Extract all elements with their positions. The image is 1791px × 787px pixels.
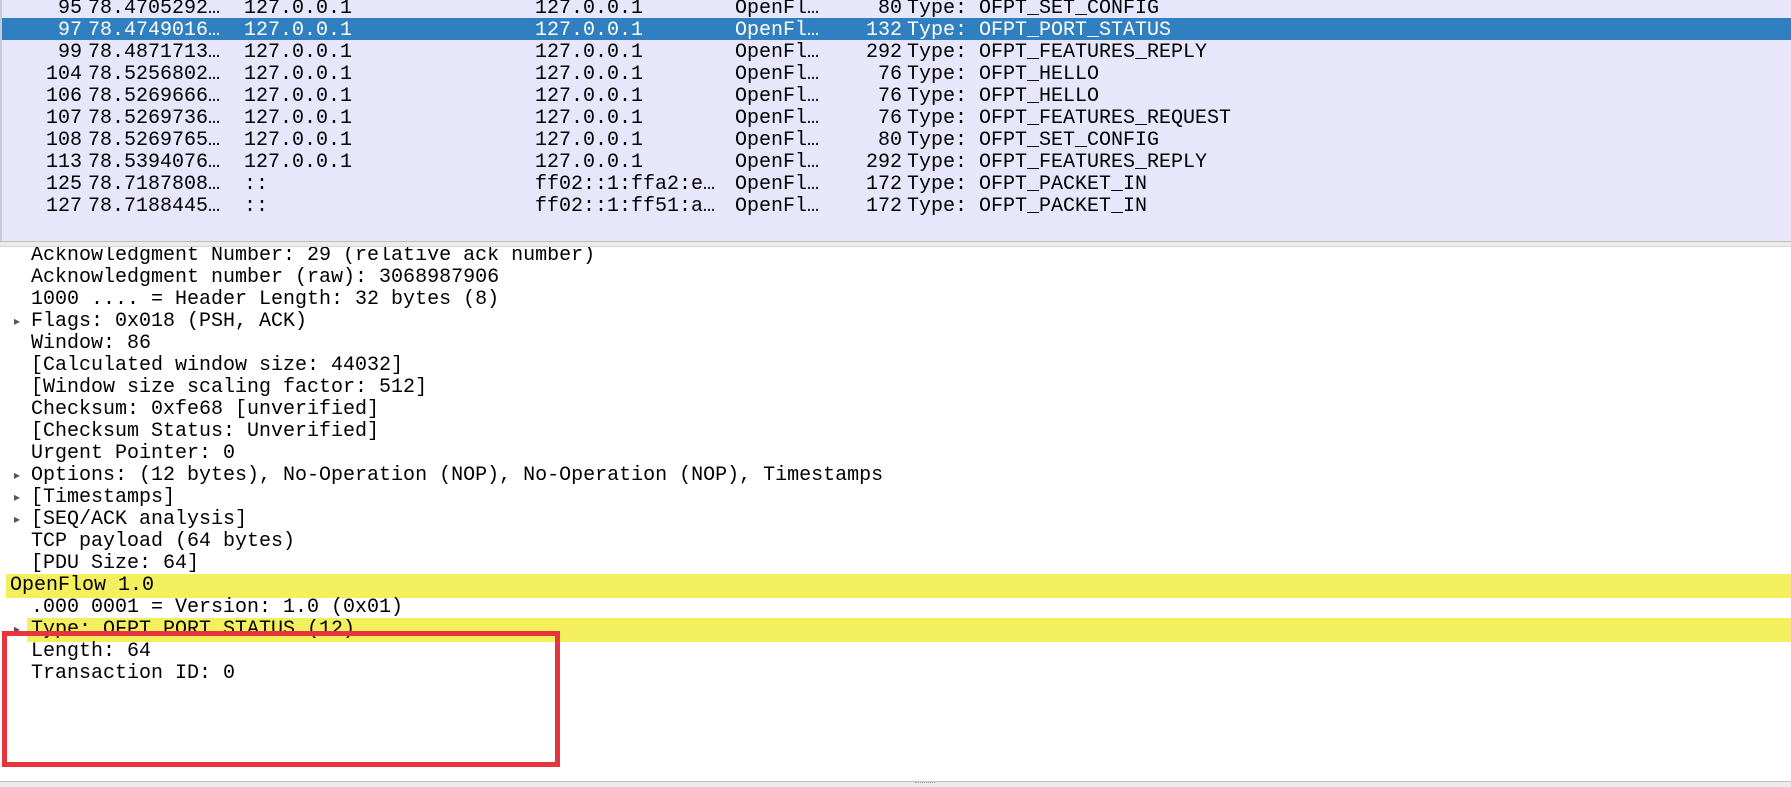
packet-time-cell: 78.7188445… <box>88 195 221 218</box>
bottom-splitter[interactable] <box>0 781 1791 787</box>
packet-info-cell: Type: OFPT_PACKET_IN <box>907 195 1148 218</box>
packet-proto-cell: OpenFl… <box>735 195 820 218</box>
packet-len-cell: 172 <box>865 195 902 218</box>
splitter-grip[interactable] <box>915 782 935 787</box>
packet-no-cell: 127 <box>45 195 82 218</box>
packet-row[interactable]: 127 78.7188445…:: ff02::1:ff51:a… OpenFl… 17… <box>2 194 1791 219</box>
detail-field-text: Transaction ID: 0 <box>31 662 236 685</box>
packet-dst-cell: ff02::1:ff51:a… <box>535 195 716 218</box>
detail-row[interactable]: Transaction ID: 0 <box>0 661 1791 686</box>
packet-list[interactable]: 95 78.4705292… 127.0.0.1 127.0.0.1 OpenFl… 80… <box>0 0 1791 241</box>
packet-details-tree[interactable]: [Next Sequence Number: 73 (relative sequ… <box>0 247 1791 787</box>
packet-src-cell: :: <box>244 195 269 218</box>
